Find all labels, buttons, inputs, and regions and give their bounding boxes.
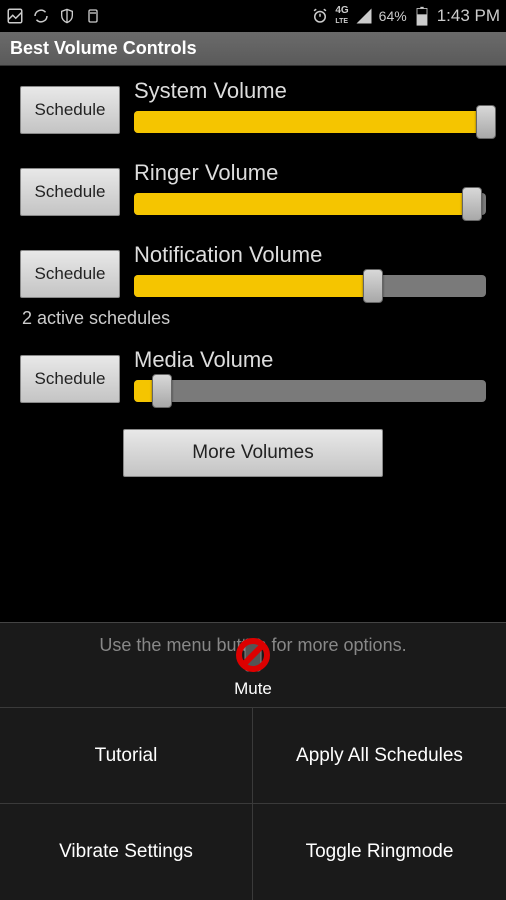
volume-row-notification: Schedule Notification Volume [20,242,486,298]
volume-control-ringer: Ringer Volume [134,160,486,216]
volume-control-media: Media Volume [134,347,486,403]
clock: 1:43 PM [437,6,500,26]
slider-system[interactable] [134,110,486,134]
schedule-button-system[interactable]: Schedule [20,86,120,134]
schedule-button-ringer[interactable]: Schedule [20,168,120,216]
sd-icon [84,7,102,25]
volume-label: Media Volume [134,347,486,373]
schedule-button-media[interactable]: Schedule [20,355,120,403]
mute-icon [231,633,275,677]
active-schedules-text: 2 active schedules [20,308,486,329]
volume-control-system: System Volume [134,78,486,134]
mute-button[interactable]: Mute [0,633,506,708]
app-title: Best Volume Controls [10,38,197,59]
menu-apply-all[interactable]: Apply All Schedules [253,708,506,804]
menu-grid: Tutorial Apply All Schedules Vibrate Set… [0,708,506,900]
battery-icon [413,7,431,25]
volume-label: Notification Volume [134,242,486,268]
volume-label: System Volume [134,78,486,104]
app-title-bar: Best Volume Controls [0,32,506,66]
signal-icon [355,7,373,25]
volume-row-media: Schedule Media Volume [20,347,486,403]
sync-icon [32,7,50,25]
image-icon [6,7,24,25]
alarm-icon [311,7,329,25]
volume-row-ringer: Schedule Ringer Volume [20,160,486,216]
mute-label: Mute [234,679,272,699]
status-left [6,7,102,25]
battery-pct: 64% [379,8,407,24]
menu-vibrate-settings[interactable]: Vibrate Settings [0,804,253,900]
status-bar: 4GLTE 64% 1:43 PM [0,0,506,32]
menu-overlay: Use the menu button for more options. Mu… [0,622,506,900]
slider-notification[interactable] [134,274,486,298]
menu-toggle-ringmode[interactable]: Toggle Ringmode [253,804,506,900]
menu-tutorial[interactable]: Tutorial [0,708,253,804]
slider-ringer[interactable] [134,192,486,216]
more-volumes-button[interactable]: More Volumes [123,429,383,477]
volume-control-notification: Notification Volume [134,242,486,298]
shield-icon [58,7,76,25]
slider-media[interactable] [134,379,486,403]
schedule-button-notification[interactable]: Schedule [20,250,120,298]
status-right: 4GLTE 64% 1:43 PM [311,6,500,26]
volume-label: Ringer Volume [134,160,486,186]
network-label: 4GLTE [335,6,348,26]
main-content: Schedule System Volume Schedule Ringer V… [0,66,506,477]
volume-row-system: Schedule System Volume [20,78,486,134]
